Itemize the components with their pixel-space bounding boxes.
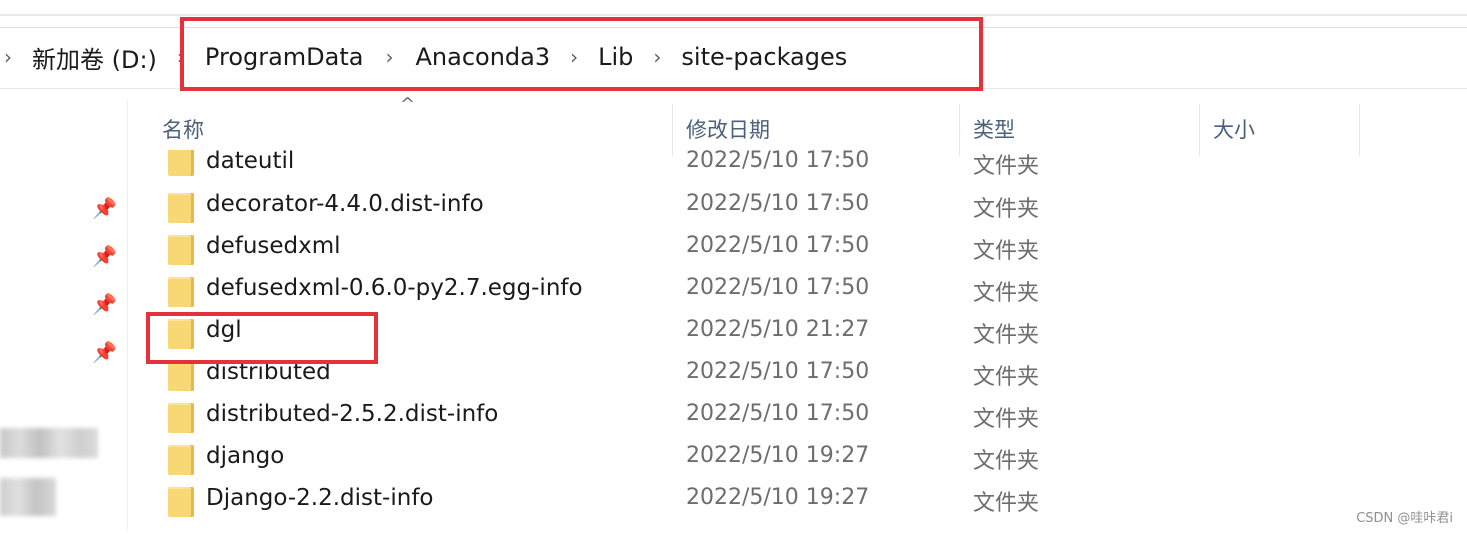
file-date: 2022/5/10 19:27	[686, 485, 870, 510]
file-name: Django-2.2.dist-info	[206, 485, 434, 511]
file-type: 文件夹	[973, 239, 1040, 264]
file-date: 2022/5/10 17:50	[686, 233, 870, 258]
watermark: CSDN @哇咔君i	[1356, 511, 1453, 526]
list-item[interactable]: dateutil 2022/5/10 17:50 文件夹	[0, 150, 1467, 192]
file-name: defusedxml-0.6.0-py2.7.egg-info	[206, 275, 583, 301]
file-type: 文件夹	[973, 323, 1040, 348]
file-date: 2022/5/10 17:50	[686, 150, 870, 173]
folder-icon	[168, 150, 194, 176]
list-item[interactable]: Django-2.2.dist-info 2022/5/10 19:27 文件夹	[0, 481, 1467, 523]
list-item[interactable]: django 2022/5/10 19:27 文件夹	[0, 439, 1467, 481]
list-item[interactable]: defusedxml-0.6.0-py2.7.egg-info 2022/5/1…	[0, 271, 1467, 313]
folder-icon	[168, 277, 194, 307]
list-item[interactable]: decorator-4.4.0.dist-info 2022/5/10 17:5…	[0, 187, 1467, 229]
file-date: 2022/5/10 19:27	[686, 443, 870, 468]
file-date: 2022/5/10 21:27	[686, 317, 870, 342]
folder-icon	[168, 487, 194, 517]
file-type: 文件夹	[973, 365, 1040, 390]
folder-icon	[168, 193, 194, 223]
annotation-box-dgl	[146, 312, 378, 364]
file-type: 文件夹	[973, 197, 1040, 222]
folder-icon	[168, 403, 194, 433]
file-type: 文件夹	[973, 449, 1040, 474]
file-type: 文件夹	[973, 154, 1040, 179]
file-date: 2022/5/10 17:50	[686, 401, 870, 426]
file-name: decorator-4.4.0.dist-info	[206, 191, 484, 217]
file-date: 2022/5/10 17:50	[686, 191, 870, 216]
list-item[interactable]: defusedxml 2022/5/10 17:50 文件夹	[0, 229, 1467, 271]
folder-icon	[168, 361, 194, 391]
folder-icon	[168, 445, 194, 475]
folder-icon	[168, 235, 194, 265]
annotation-box-address	[180, 17, 983, 91]
file-date: 2022/5/10 17:50	[686, 275, 870, 300]
file-type: 文件夹	[973, 281, 1040, 306]
file-type: 文件夹	[973, 407, 1040, 432]
list-item[interactable]: distributed-2.5.2.dist-info 2022/5/10 17…	[0, 397, 1467, 439]
file-name: dateutil	[206, 150, 295, 174]
file-type: 文件夹	[973, 491, 1040, 516]
file-name: defusedxml	[206, 233, 341, 259]
file-name: distributed-2.5.2.dist-info	[206, 401, 499, 427]
file-date: 2022/5/10 17:50	[686, 359, 870, 384]
file-name: django	[206, 443, 285, 469]
